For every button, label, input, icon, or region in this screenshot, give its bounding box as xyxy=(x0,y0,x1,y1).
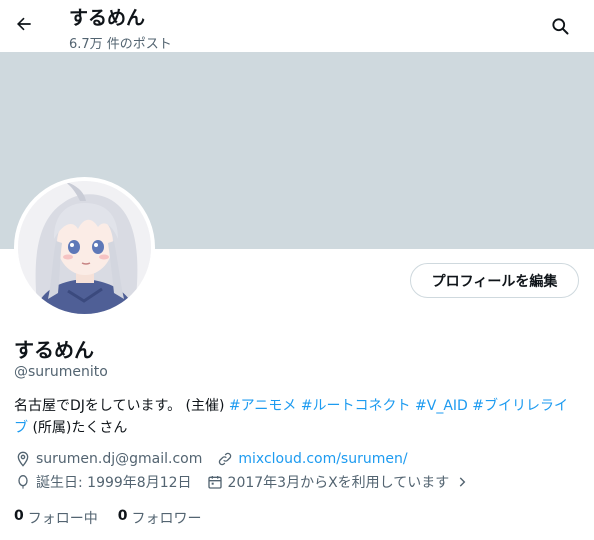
hashtag-link[interactable]: #ルートコネクト xyxy=(301,398,411,414)
header-title: するめん xyxy=(69,7,146,29)
following-link[interactable]: 0 フォロー中 xyxy=(14,508,98,528)
post-count: 6.7万 件のポスト xyxy=(69,37,172,52)
followers-label: フォロワー xyxy=(131,511,202,527)
edit-profile-button[interactable]: プロフィールを編集 xyxy=(410,263,579,298)
avatar[interactable] xyxy=(14,177,155,318)
email-text: surumen.dj@gmail.com xyxy=(36,451,203,467)
link-icon xyxy=(216,450,234,468)
bio-text: (所属)たくさん xyxy=(28,420,128,436)
birthday-text: 誕生日: 1999年8月12日 xyxy=(36,475,192,491)
handle: @surumenito xyxy=(14,364,108,380)
profile-meta-row: surumen.dj@gmail.com mixcloud.com/surume… xyxy=(14,450,422,468)
followers-count: 0 xyxy=(117,508,128,524)
chevron-right-icon xyxy=(453,473,471,491)
search-icon xyxy=(552,18,569,35)
hashtag-link[interactable]: #V_AID xyxy=(415,398,468,414)
balloon-icon xyxy=(14,473,32,491)
display-name: するめん xyxy=(14,338,94,362)
following-count: 0 xyxy=(14,508,24,524)
location-pin-icon xyxy=(14,450,32,468)
calendar-icon xyxy=(206,473,224,491)
bio: 名古屋でDJをしています。 (主催) #アニモメ #ルートコネクト #V_AID… xyxy=(14,395,580,439)
hashtag-link[interactable]: #アニモメ xyxy=(229,398,296,414)
follow-stats: 0 フォロー中 0 フォロワー xyxy=(14,508,222,528)
following-label: フォロー中 xyxy=(27,511,98,527)
back-button[interactable] xyxy=(10,10,38,38)
website-link[interactable]: mixcloud.com/surumen/ xyxy=(238,451,407,467)
bio-text: 名古屋でDJをしています。 (主催) xyxy=(14,398,229,414)
profile-meta-row: 誕生日: 1999年8月12日 2017年3月からXを利用しています xyxy=(14,472,489,492)
joined-item[interactable]: 2017年3月からXを利用しています xyxy=(206,472,476,492)
profile-header: するめん 6.7万 件のポスト xyxy=(0,0,594,52)
avatar-image xyxy=(18,181,151,314)
arrow-left-icon xyxy=(17,17,31,31)
followers-link[interactable]: 0 フォロワー xyxy=(118,508,202,528)
search-button[interactable] xyxy=(546,12,574,40)
joined-text: 2017年3月からXを利用しています xyxy=(227,475,450,491)
